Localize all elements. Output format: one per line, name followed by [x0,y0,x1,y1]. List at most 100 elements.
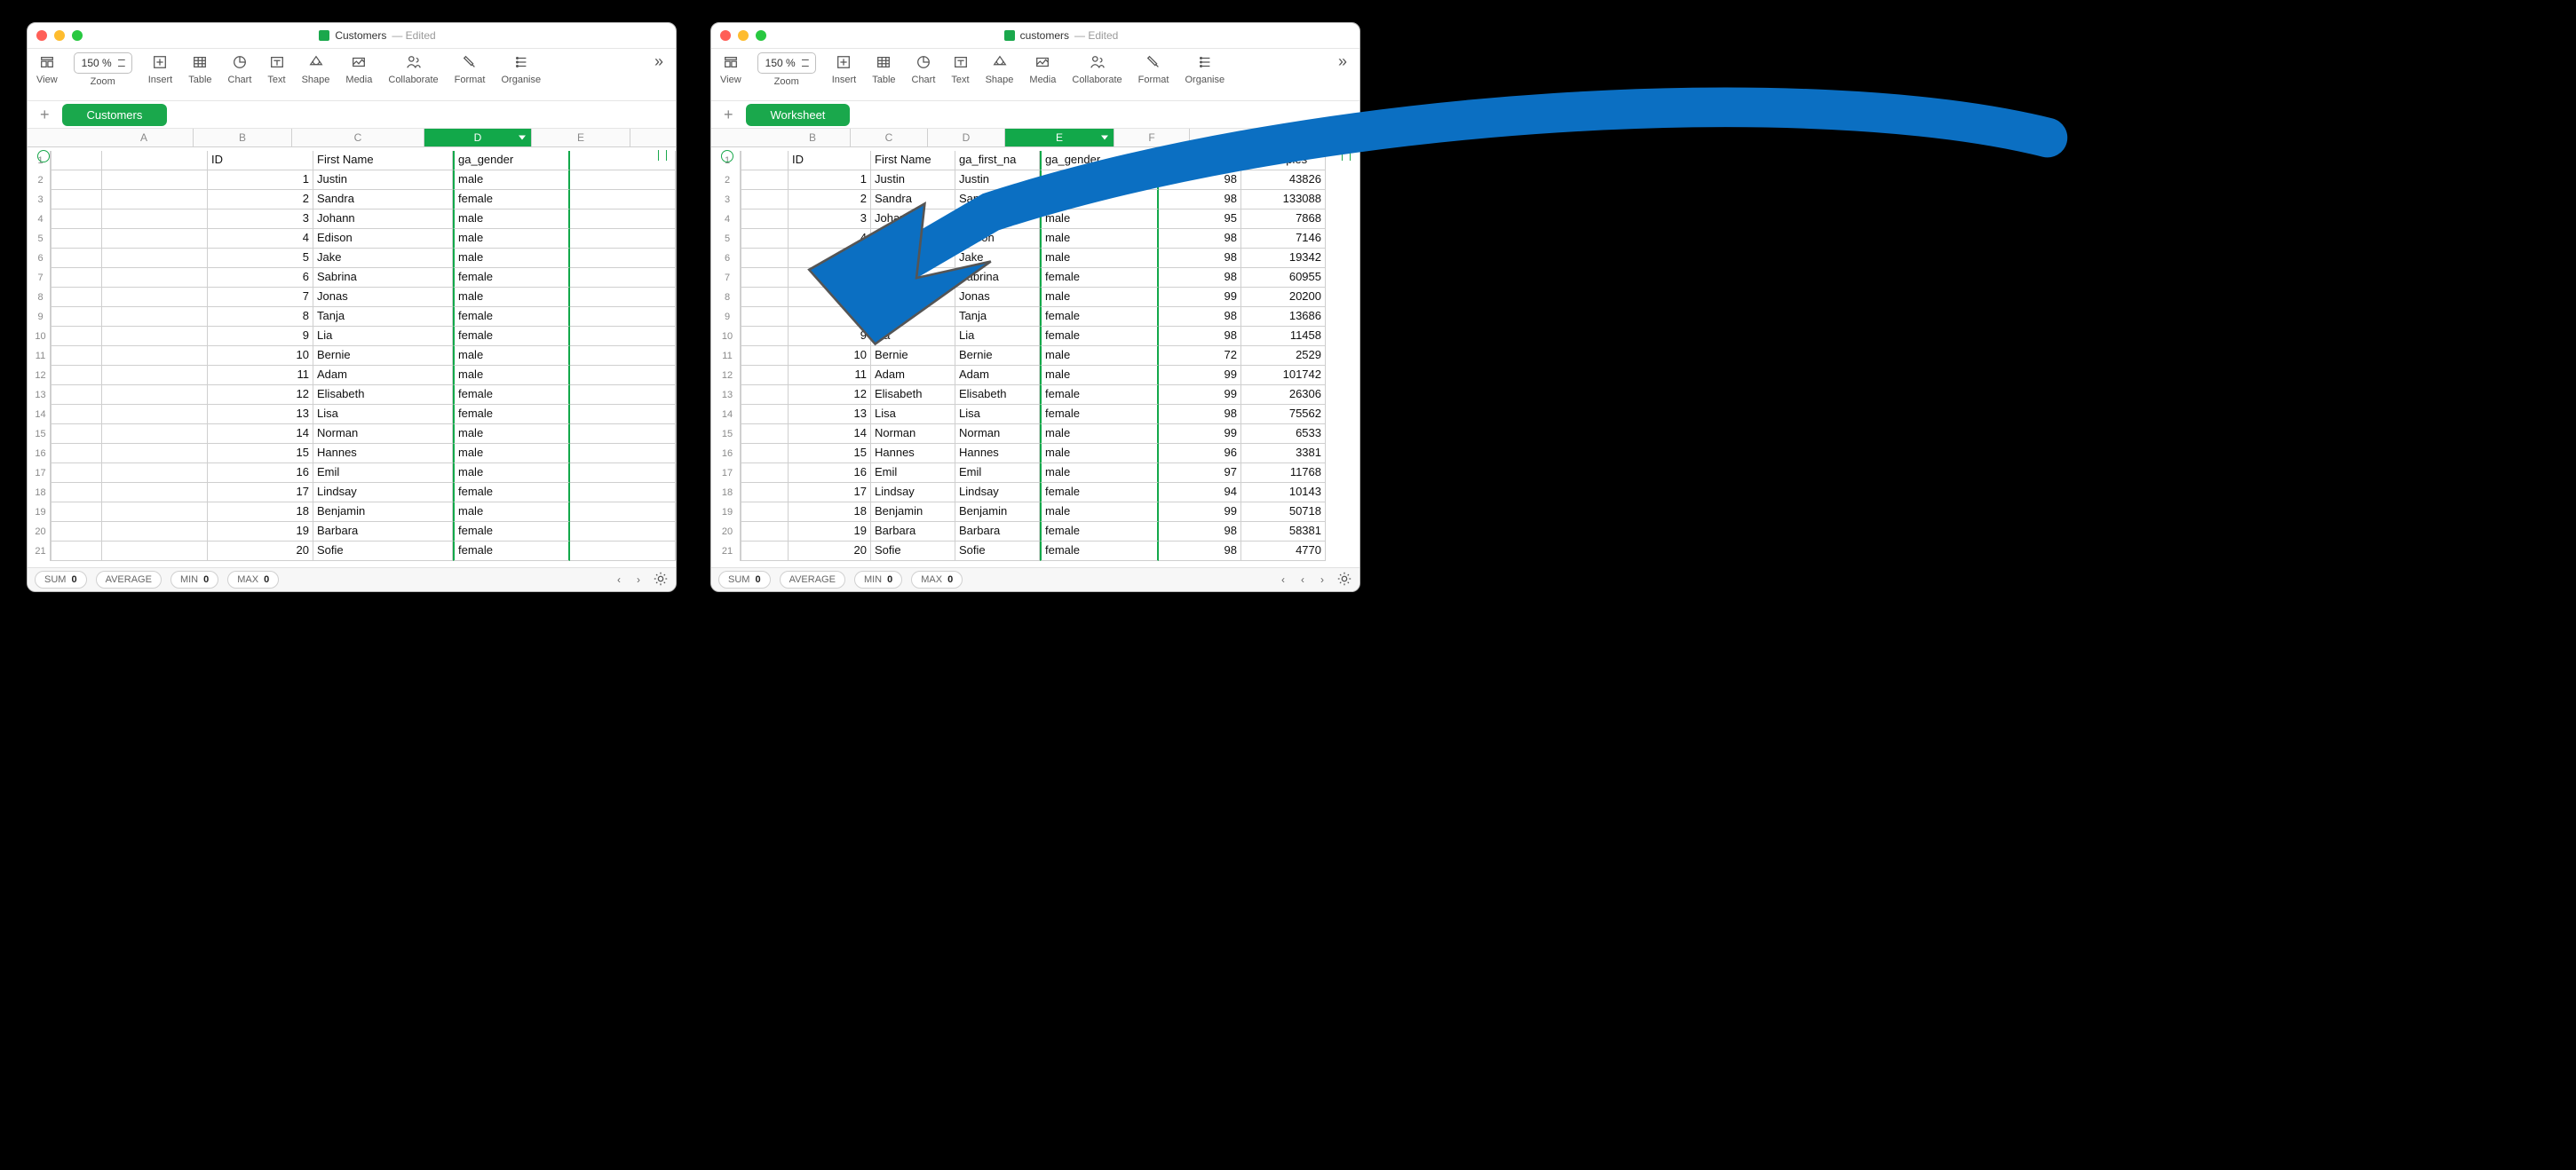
data-cell[interactable] [102,444,208,463]
data-cell[interactable]: 3381 [1241,444,1326,463]
data-cell[interactable]: 101742 [1241,366,1326,385]
data-cell[interactable] [102,483,208,502]
data-cell[interactable]: 3 [208,209,313,229]
data-cell[interactable]: 1 [789,170,871,190]
data-cell[interactable] [570,346,676,366]
data-cell[interactable] [102,249,208,268]
data-cell[interactable] [570,385,676,405]
data-cell[interactable]: 12 [789,385,871,405]
row-header[interactable]: 2 [715,170,741,190]
toolbar-format[interactable]: Format [455,52,486,85]
data-cell[interactable]: 7146 [1241,229,1326,249]
data-cell[interactable]: Norman [313,424,453,444]
data-cell[interactable]: Edison [313,229,453,249]
data-cell[interactable]: male [1040,249,1159,268]
data-cell[interactable]: 16 [208,463,313,483]
data-cell[interactable]: Emil [871,463,955,483]
data-cell[interactable] [570,190,676,209]
data-cell[interactable]: 60955 [1241,268,1326,288]
row-header[interactable]: 18 [31,483,51,502]
row-header[interactable]: 18 [715,483,741,502]
data-cell[interactable]: 12 [208,385,313,405]
data-cell[interactable] [102,385,208,405]
data-cell[interactable]: 7 [789,288,871,307]
data-cell[interactable] [570,405,676,424]
data-cell[interactable]: Jake [871,249,955,268]
data-cell[interactable] [570,229,676,249]
data-cell[interactable]: Justin [871,170,955,190]
toolbar-media[interactable]: Media [1029,52,1056,85]
data-cell[interactable] [570,502,676,522]
row-header[interactable]: 9 [715,307,741,327]
data-cell[interactable]: Lisa [955,405,1040,424]
data-cell[interactable]: female [453,483,570,502]
data-cell[interactable]: female [1040,268,1159,288]
data-cell[interactable]: 20 [208,542,313,561]
data-cell[interactable]: Johann [871,209,955,229]
data-cell[interactable]: 4770 [1241,542,1326,561]
data-cell[interactable] [102,209,208,229]
row-header[interactable]: 12 [715,366,741,385]
row-header[interactable]: 9 [31,307,51,327]
data-cell[interactable] [570,209,676,229]
data-cell[interactable]: 43826 [1241,170,1326,190]
data-cell[interactable]: 1 [208,170,313,190]
data-cell[interactable]: 5 [208,249,313,268]
data-cell[interactable]: Lia [955,327,1040,346]
data-cell[interactable]: Benjamin [871,502,955,522]
data-cell[interactable]: Justin [955,170,1040,190]
status-max[interactable]: MAX 0 [911,571,963,589]
toolbar-text[interactable]: Text [951,52,969,85]
data-cell[interactable]: Johann [313,209,453,229]
close-icon[interactable] [720,30,731,41]
data-cell[interactable]: 11 [208,366,313,385]
data-cell[interactable]: male [1040,444,1159,463]
data-cell[interactable]: female [453,268,570,288]
data-cell[interactable]: 2529 [1241,346,1326,366]
data-cell[interactable]: female [1040,307,1159,327]
data-cell[interactable] [102,463,208,483]
data-cell[interactable] [102,288,208,307]
row-header[interactable]: 7 [715,268,741,288]
data-cell[interactable]: 99 [1159,288,1241,307]
data-cell[interactable] [570,542,676,561]
data-cell[interactable]: 6 [789,268,871,288]
toolbar-zoom[interactable]: 150 %Zoom [757,52,816,87]
data-cell[interactable]: 98 [1159,268,1241,288]
data-cell[interactable]: Jake [955,249,1040,268]
status-min[interactable]: MIN 0 [854,571,902,589]
data-cell[interactable]: male [453,170,570,190]
data-cell[interactable]: male [453,463,570,483]
row-header[interactable]: 15 [31,424,51,444]
data-cell[interactable] [102,542,208,561]
fullscreen-icon[interactable] [72,30,83,41]
data-cell[interactable]: Tanja [955,307,1040,327]
header-cell[interactable]: ga_gender [453,151,570,170]
col-header-C[interactable]: C [292,129,424,146]
row-header[interactable]: 8 [31,288,51,307]
row-header[interactable]: 3 [31,190,51,209]
data-cell[interactable]: Bernie [313,346,453,366]
toolbar-chart[interactable]: Chart [228,52,252,85]
data-cell[interactable] [570,463,676,483]
data-cell[interactable] [570,424,676,444]
data-cell[interactable]: 4 [208,229,313,249]
data-cell[interactable]: male [1040,366,1159,385]
data-cell[interactable]: 58381 [1241,522,1326,542]
col-header-D[interactable]: D [928,129,1005,146]
data-cell[interactable]: female [453,307,570,327]
col-header-C[interactable]: C [851,129,928,146]
data-cell[interactable]: Hannes [955,444,1040,463]
data-cell[interactable] [570,366,676,385]
row-header[interactable]: 11 [31,346,51,366]
toolbar-table[interactable]: Table [188,52,211,85]
col-header-E[interactable]: E [1005,129,1114,146]
data-cell[interactable] [570,170,676,190]
data-cell[interactable]: male [1040,170,1159,190]
toolbar-insert[interactable]: Insert [148,52,173,85]
row-header[interactable]: 8 [715,288,741,307]
row-header[interactable]: 11 [715,346,741,366]
data-cell[interactable]: 98 [1159,170,1241,190]
header-cell[interactable]: ga_first_na [955,151,1040,170]
row-header[interactable]: 19 [31,502,51,522]
